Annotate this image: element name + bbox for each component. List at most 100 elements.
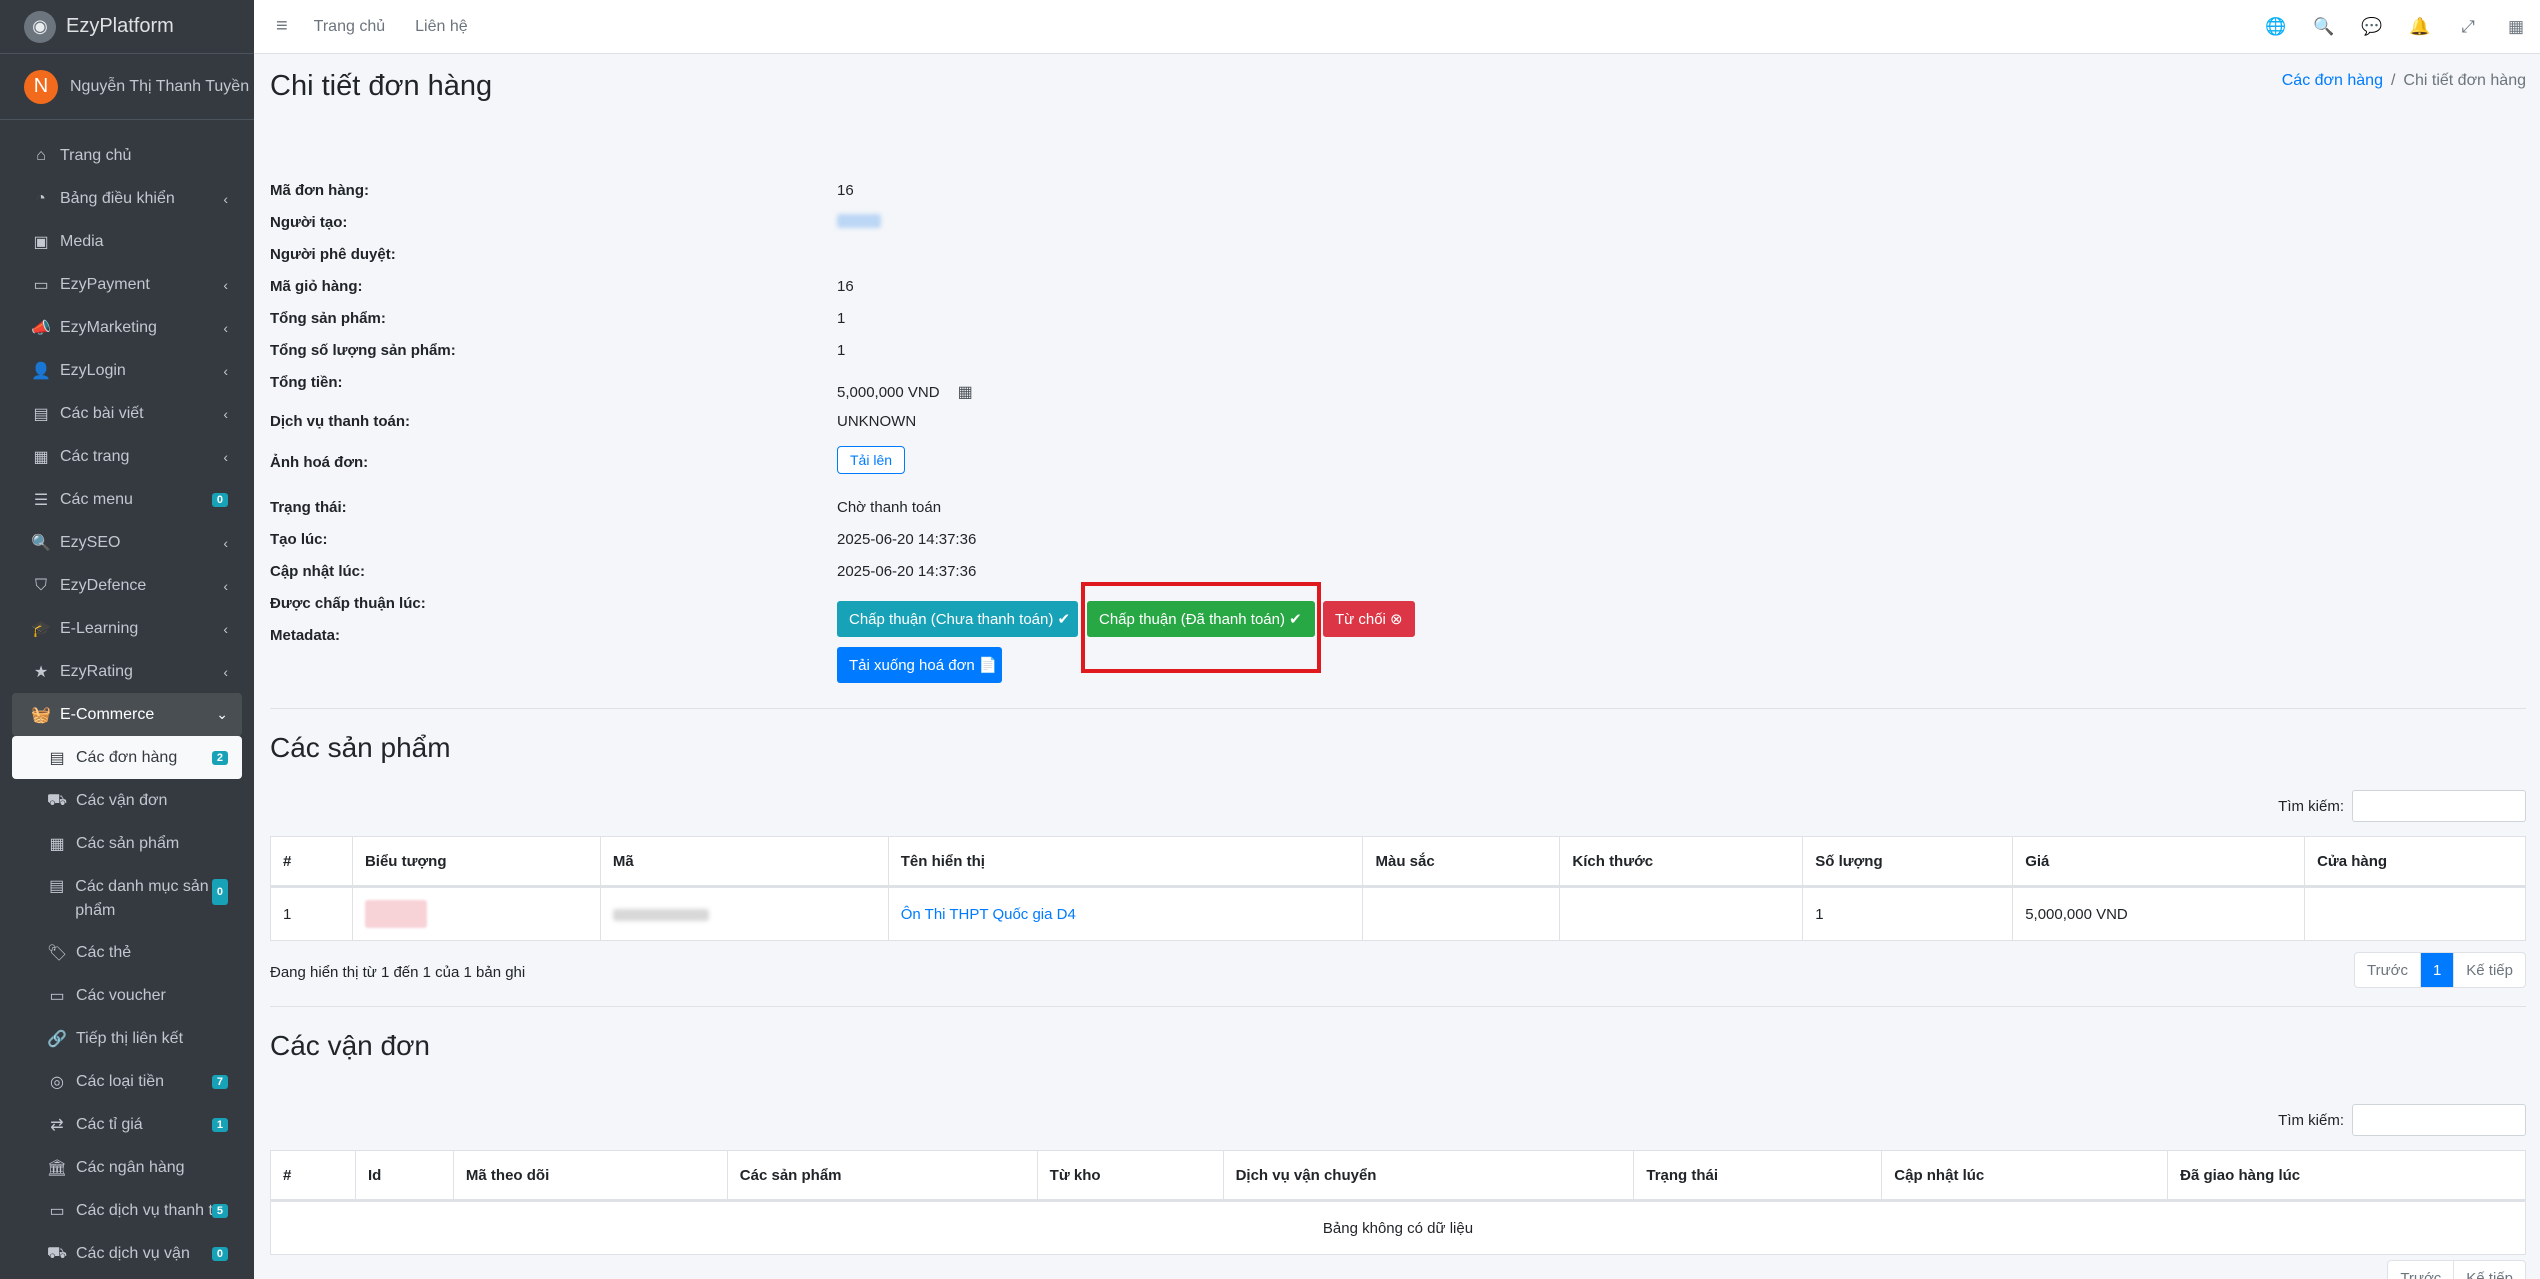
column-header[interactable]: Biểu tượng: [351, 836, 601, 888]
column-header[interactable]: Cập nhật lúc: [1881, 1150, 2169, 1202]
user-panel[interactable]: N Nguyễn Thị Thanh Tuyền: [0, 54, 254, 120]
approve-unpaid-button[interactable]: Chấp thuận (Chưa thanh toán) ✔: [837, 601, 1078, 637]
column-header[interactable]: Số lượng: [1802, 836, 2014, 888]
chevron-left-icon: ‹: [223, 534, 228, 551]
column-header[interactable]: Mã: [599, 836, 889, 888]
sidebar-item-label: Bảng điều khiển: [60, 189, 175, 207]
detail-row-total-quantity: Tổng số lượng sản phẩm: 1: [270, 342, 2526, 368]
column-header[interactable]: Tên hiển thị: [887, 836, 1364, 888]
breadcrumb-orders-link[interactable]: Các đơn hàng: [2282, 72, 2383, 89]
detail-value: 2025-06-20 14:37:36: [837, 531, 977, 548]
sidebar-item-label: Các dịch vụ thanh toán: [76, 1201, 226, 1219]
sidebar-item-ezyseo[interactable]: 🔍 EzySEO ‹: [12, 521, 242, 564]
product-thumbnail[interactable]: [364, 900, 427, 928]
sidebar-item-home[interactable]: ⌂ Trang chủ: [12, 134, 242, 177]
sidebar-item-affiliate[interactable]: 🔗 Tiếp thị liên kết: [12, 1017, 242, 1060]
sidebar-item-product-categories[interactable]: ▤ Các danh mục sản phẩm 0: [12, 865, 242, 931]
download-invoice-button[interactable]: Tải xuống hoá đơn 📄: [837, 647, 1002, 683]
section-divider: [270, 708, 2526, 709]
detail-label: Mã đơn hàng:: [270, 182, 369, 199]
column-header[interactable]: #: [270, 1150, 356, 1202]
sidebar-item-shipments[interactable]: ⛟ Các vận đơn: [12, 779, 242, 822]
sidebar-item-label: Các tỉ giá: [76, 1115, 143, 1133]
products-table-info: Đang hiển thị từ 1 đến 1 của 1 bản ghi: [270, 964, 526, 981]
sidebar-item-dashboard[interactable]: ◔ Bảng điều khiển ‹: [12, 177, 242, 220]
dashboard-icon: ◔: [36, 189, 46, 207]
shipments-search: Tìm kiếm:: [2278, 1104, 2526, 1136]
column-header[interactable]: Các sản phẩm: [726, 1150, 1038, 1202]
sidebar-item-vouchers[interactable]: ▭ Các voucher: [12, 974, 242, 1017]
link-icon: 🔗: [47, 1030, 67, 1048]
chevron-left-icon: ‹: [223, 319, 228, 336]
ecommerce-subnav: ▤ Các đơn hàng 2 ⛟ Các vận đơn ▦ Các sản phẩ…: [12, 736, 242, 1275]
approve-paid-button[interactable]: Chấp thuận (Đã thanh toán) ✔: [1087, 601, 1315, 637]
sidebar-item-banks[interactable]: 🏛 Các ngân hàng: [12, 1146, 242, 1189]
sidebar-item-products[interactable]: ▦ Các sản phẩm: [12, 822, 242, 865]
cell-code: [599, 886, 889, 941]
exchange-icon: ⇄: [50, 1116, 64, 1134]
column-header[interactable]: Mã theo dõi: [452, 1150, 728, 1202]
sidebar-item-ezyrating[interactable]: ★ EzyRating ‹: [12, 650, 242, 693]
sidebar-item-ezymarketing[interactable]: 📣 EzyMarketing ‹: [12, 306, 242, 349]
sidebar-item-label: Tiếp thị liên kết: [76, 1029, 184, 1047]
sidebar-item-orders[interactable]: ▤ Các đơn hàng 2: [12, 736, 242, 779]
sidebar-item-payment-services[interactable]: ▭ Các dịch vụ thanh toán 5: [12, 1189, 242, 1232]
creator-link[interactable]: [837, 214, 881, 232]
column-header[interactable]: Màu sắc: [1362, 836, 1561, 888]
pagination-prev[interactable]: Trước: [2388, 1261, 2455, 1279]
search-label: Tìm kiếm:: [2278, 797, 2344, 815]
pagination-next[interactable]: Kế tiếp: [2454, 1261, 2525, 1279]
nav-link-contact[interactable]: Liên hệ: [415, 18, 468, 36]
sidebar-item-menus[interactable]: ☰ Các menu 0: [12, 478, 242, 521]
pagination-next[interactable]: Kế tiếp: [2454, 953, 2525, 987]
sidebar-item-posts[interactable]: ▤ Các bài viết ‹: [12, 392, 242, 435]
top-navbar: ≡ Trang chủ Liên hệ 🌐 🔍 💬 🔔 ⤢ ▦: [254, 0, 2540, 54]
column-header[interactable]: Kích thước: [1559, 836, 1804, 888]
column-header[interactable]: Id: [354, 1150, 454, 1202]
sidebar-item-tags[interactable]: 🏷 Các thẻ: [12, 931, 242, 974]
notifications-icon[interactable]: 🔔: [2396, 17, 2444, 37]
upload-button[interactable]: Tải lên: [837, 446, 906, 474]
pagination-page-1[interactable]: 1: [2420, 953, 2455, 987]
column-header[interactable]: Từ kho: [1036, 1150, 1224, 1202]
sidebar-item-media[interactable]: ▣ Media: [12, 220, 242, 263]
image-icon: ▣: [33, 233, 49, 251]
sidebar-item-ezypayment[interactable]: ▭ EzyPayment ‹: [12, 263, 242, 306]
search-icon[interactable]: 🔍: [2300, 17, 2348, 37]
sidebar-item-label: Các loại tiền: [76, 1072, 165, 1090]
sidebar-item-exchange-rates[interactable]: ⇄ Các tỉ giá 1: [12, 1103, 242, 1146]
column-header[interactable]: Giá: [2012, 836, 2306, 888]
sidebar-item-pages[interactable]: ▦ Các trang ‹: [12, 435, 242, 478]
sidebar-item-shipping-services[interactable]: ⛟ Các dịch vụ vận 0: [12, 1232, 242, 1275]
detail-row-total-products: Tổng sản phẩm: 1: [270, 310, 2526, 336]
qrcode-icon[interactable]: ▦: [958, 382, 973, 402]
sidebar-item-currencies[interactable]: ◎ Các loại tiền 7: [12, 1060, 242, 1103]
column-header[interactable]: #: [270, 836, 353, 888]
newspaper-icon: ▤: [33, 405, 49, 423]
column-header[interactable]: Cửa hàng: [2304, 836, 2526, 888]
product-name-link[interactable]: Ôn Thi THPT Quốc gia D4: [887, 886, 1364, 941]
shipments-search-input[interactable]: [2352, 1104, 2526, 1136]
nav-link-home[interactable]: Trang chủ: [314, 18, 385, 36]
sidebar-item-elearning[interactable]: 🎓 E-Learning ‹: [12, 607, 242, 650]
brand[interactable]: ◉ EzyPlatform: [0, 0, 254, 54]
messages-icon[interactable]: 💬: [2348, 17, 2396, 37]
sidebar-item-ezydefence[interactable]: ⛉ EzyDefence ‹: [12, 564, 242, 607]
pagination-prev[interactable]: Trước: [2355, 953, 2421, 987]
product-code: [612, 908, 709, 921]
products-search-input[interactable]: [2352, 790, 2526, 822]
globe-icon[interactable]: 🌐: [2252, 17, 2300, 37]
table-header-row: # Id Mã theo dõi Các sản phẩm Từ kho Dịc…: [270, 1150, 2526, 1202]
sidebar-item-label: E-Commerce: [60, 705, 155, 723]
column-header[interactable]: Trạng thái: [1633, 1150, 1883, 1202]
sidebar-item-ecommerce[interactable]: 🧺 E-Commerce ⌄: [12, 693, 242, 736]
apps-icon[interactable]: ▦: [2492, 17, 2540, 37]
brand-name: EzyPlatform: [66, 15, 174, 37]
detail-row-approver: Người phê duyệt:: [270, 246, 2526, 272]
column-header[interactable]: Đã giao hàng lúc: [2167, 1150, 2526, 1202]
menu-toggle-icon[interactable]: ≡: [276, 15, 288, 38]
column-header[interactable]: Dịch vụ vận chuyển: [1222, 1150, 1635, 1202]
reject-button[interactable]: Từ chối ⊗: [1323, 601, 1415, 637]
fullscreen-icon[interactable]: ⤢: [2444, 17, 2492, 37]
sidebar-item-ezylogin[interactable]: 👤 EzyLogin ‹: [12, 349, 242, 392]
